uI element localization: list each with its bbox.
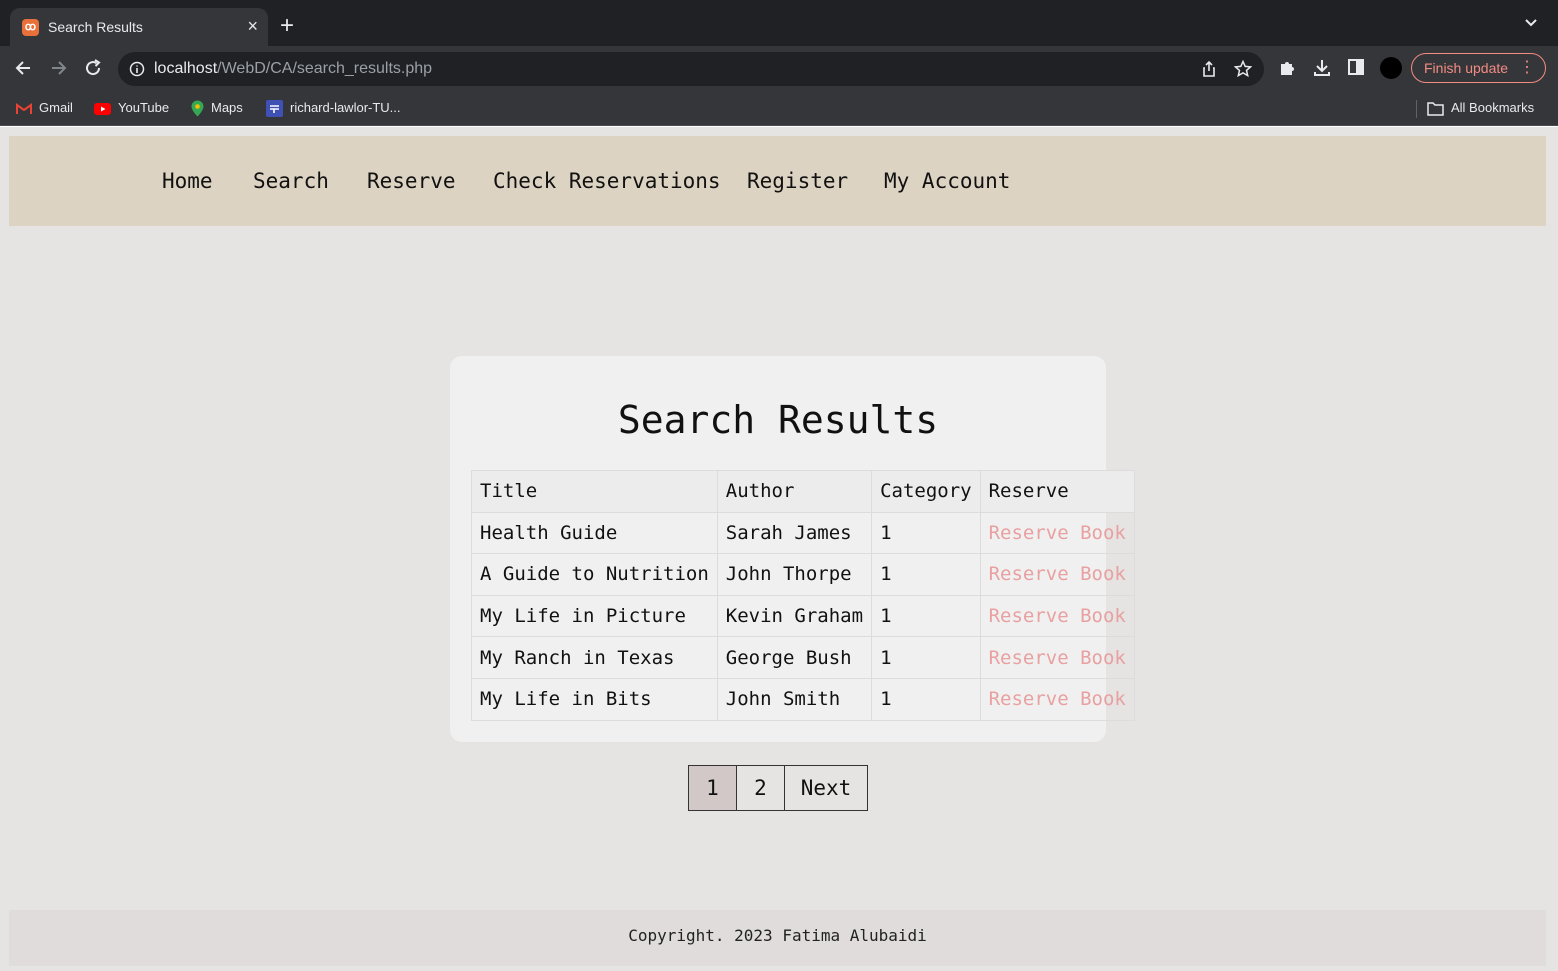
nav-home[interactable]: Home <box>162 167 213 195</box>
cell-title: Health Guide <box>471 511 718 555</box>
copyright-text: Copyright. 2023 Fatima Alubaidi <box>628 926 927 945</box>
main-nav: Home Search Reserve Check Reservations R… <box>9 136 1546 226</box>
browser-toolbar: localhost/WebD/CA/search_results.php Fin… <box>0 46 1558 90</box>
next-page-button[interactable]: Next <box>784 765 868 811</box>
results-card: Search Results Title Author Category Res… <box>450 356 1135 742</box>
gmail-icon <box>16 102 32 114</box>
cell-title: A Guide to Nutrition <box>471 553 718 596</box>
forward-arrow-icon[interactable] <box>48 58 68 78</box>
cell-author: Sarah James <box>716 511 873 555</box>
reload-icon[interactable] <box>83 58 103 78</box>
browser-tab[interactable]: ꝏ Search Results × <box>10 8 268 46</box>
cell-category: 1 <box>871 594 981 638</box>
reserve-book-link[interactable]: Reserve Book <box>989 563 1126 585</box>
table-header-row: Title Author Category Reserve <box>471 470 1135 513</box>
bookmarks-bar: Gmail YouTube Maps richard-lawlor-TU... … <box>0 90 1558 126</box>
cell-title: My Ranch in Texas <box>471 636 718 679</box>
nav-search[interactable]: Search <box>253 167 329 195</box>
nav-reserve[interactable]: Reserve <box>367 167 456 195</box>
browser-tab-strip: ꝏ Search Results × + <box>0 0 1558 46</box>
url-host: localhost <box>154 60 218 77</box>
cell-title: My Life in Bits <box>471 677 718 721</box>
reserve-book-link[interactable]: Reserve Book <box>989 522 1126 544</box>
tab-favicon-icon: ꝏ <box>22 19 39 36</box>
cell-reserve: Reserve Book <box>979 636 1135 679</box>
table-row: My Life in Picture Kevin Graham 1 Reserv… <box>471 594 1135 638</box>
address-bar[interactable]: localhost/WebD/CA/search_results.php <box>118 52 1264 86</box>
nav-check-reservations[interactable]: Check Reservations <box>493 167 721 195</box>
all-bookmarks[interactable]: All Bookmarks <box>1427 99 1534 117</box>
results-table: Title Author Category Reserve Health Gui… <box>471 470 1135 721</box>
page-footer: Copyright. 2023 Fatima Alubaidi <box>9 910 1546 966</box>
nav-register[interactable]: Register <box>747 167 848 195</box>
cell-title: My Life in Picture <box>471 594 718 638</box>
reserve-book-link[interactable]: Reserve Book <box>989 647 1126 669</box>
cell-author: George Bush <box>716 636 873 679</box>
cell-reserve: Reserve Book <box>979 553 1135 596</box>
profile-avatar[interactable] <box>1380 57 1402 79</box>
cell-reserve: Reserve Book <box>979 511 1135 555</box>
site-info-icon[interactable] <box>129 61 145 77</box>
chevron-down-icon[interactable] <box>1524 16 1538 30</box>
cell-reserve: Reserve Book <box>979 594 1135 638</box>
tab-close-icon[interactable]: × <box>247 16 258 36</box>
side-panel-icon[interactable] <box>1347 58 1365 76</box>
page-content: Home Search Reserve Check Reservations R… <box>0 127 1558 971</box>
site-icon <box>266 100 283 118</box>
page-2-button[interactable]: 2 <box>736 765 785 811</box>
extensions-puzzle-icon[interactable] <box>1278 58 1298 78</box>
reserve-book-link[interactable]: Reserve Book <box>989 688 1126 710</box>
url-text: localhost/WebD/CA/search_results.php <box>154 60 432 78</box>
nav-my-account[interactable]: My Account <box>884 167 1010 195</box>
cell-author: John Smith <box>716 677 873 721</box>
new-tab-icon[interactable]: + <box>280 14 294 38</box>
share-icon[interactable] <box>1200 60 1218 78</box>
bookmark-gmail[interactable]: Gmail <box>16 99 73 117</box>
cell-author: John Thorpe <box>716 553 873 596</box>
youtube-icon <box>94 102 111 115</box>
maps-pin-icon <box>191 100 204 117</box>
cell-category: 1 <box>871 677 981 721</box>
cell-category: 1 <box>871 553 981 596</box>
cell-author: Kevin Graham <box>716 594 873 638</box>
reserve-book-link[interactable]: Reserve Book <box>989 605 1126 627</box>
table-row: My Ranch in Texas George Bush 1 Reserve … <box>471 636 1135 679</box>
header-author: Author <box>716 470 873 513</box>
folder-icon <box>1427 101 1444 116</box>
bookmark-maps[interactable]: Maps <box>191 99 243 117</box>
cell-category: 1 <box>871 511 981 555</box>
bookmark-star-icon[interactable] <box>1234 60 1252 78</box>
more-menu-icon[interactable]: ⋮ <box>1519 54 1535 82</box>
table-row: A Guide to Nutrition John Thorpe 1 Reser… <box>471 553 1135 596</box>
table-row: My Life in Bits John Smith 1 Reserve Boo… <box>471 677 1135 721</box>
finish-update-button[interactable]: Finish update ⋮ <box>1411 53 1546 83</box>
bookmark-youtube[interactable]: YouTube <box>94 99 169 117</box>
header-title: Title <box>471 470 718 513</box>
cell-reserve: Reserve Book <box>979 677 1135 721</box>
tab-title: Search Results <box>48 19 143 35</box>
finish-update-label: Finish update <box>1424 60 1509 76</box>
cell-category: 1 <box>871 636 981 679</box>
back-arrow-icon[interactable] <box>14 58 34 78</box>
table-row: Health Guide Sarah James 1 Reserve Book <box>471 511 1135 555</box>
header-reserve: Reserve <box>979 470 1135 513</box>
bookmark-richard-lawlor[interactable]: richard-lawlor-TU... <box>266 99 401 118</box>
header-category: Category <box>871 470 981 513</box>
download-icon[interactable] <box>1312 58 1332 78</box>
page-title: Search Results <box>617 398 939 442</box>
bookmarks-divider <box>1416 100 1417 118</box>
url-path: /WebD/CA/search_results.php <box>217 60 433 77</box>
page-1-button[interactable]: 1 <box>688 765 737 811</box>
